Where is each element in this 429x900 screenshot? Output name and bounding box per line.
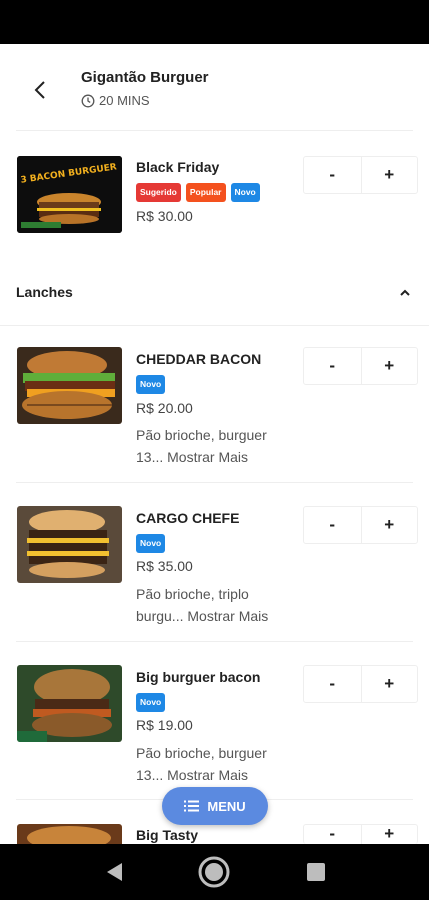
- section-header[interactable]: Lanches: [0, 271, 429, 315]
- decrease-button[interactable]: -: [304, 666, 361, 702]
- clock-icon: [81, 94, 95, 107]
- increase-button[interactable]: +: [360, 507, 418, 543]
- quantity-stepper: - +: [303, 156, 418, 194]
- product-description: Pão brioche, burguer 13... Mostrar Mais: [136, 742, 296, 786]
- description-line: Pão brioche, triplo: [136, 586, 249, 602]
- menu-button-label: MENU: [207, 798, 246, 814]
- description-truncated: 13...: [136, 767, 164, 783]
- product-name: Black Friday: [136, 159, 220, 175]
- product-description: Pão brioche, triplo burgu... Mostrar Mai…: [136, 583, 296, 627]
- show-more-link[interactable]: Mostrar Mais: [167, 449, 248, 465]
- badge-popular: Popular: [185, 183, 226, 202]
- product-name: Big burguer bacon: [136, 669, 261, 685]
- description-line: Pão brioche, burguer: [136, 745, 267, 761]
- delivery-time: 20 MINS: [81, 93, 150, 108]
- store-name: Gigantão Burguer: [81, 69, 209, 86]
- chevron-left-icon: [34, 81, 45, 99]
- badge-group: Novo: [136, 693, 166, 712]
- badge-novo: Novo: [136, 375, 166, 394]
- store-header: Gigantão Burguer 20 MINS: [0, 44, 429, 132]
- increase-button[interactable]: +: [360, 157, 418, 193]
- quantity-stepper: - +: [303, 665, 418, 703]
- description-truncated: 13...: [136, 449, 164, 465]
- badge-novo: Novo: [230, 183, 260, 202]
- badge-novo: Novo: [136, 693, 166, 712]
- badge-group: Novo: [136, 375, 166, 394]
- badge-sugerido: Sugerido: [136, 183, 181, 202]
- product-image: 3 BACON BURGUER: [17, 156, 122, 233]
- divider: [16, 482, 413, 483]
- increase-button[interactable]: +: [360, 825, 418, 844]
- delivery-time-label: 20 MINS: [99, 93, 150, 108]
- back-button[interactable]: [24, 74, 56, 106]
- product-image: [17, 824, 122, 844]
- badge-group: Novo: [136, 534, 166, 553]
- product-name: CARGO CHEFE: [136, 510, 240, 526]
- navigation-bar: [0, 844, 429, 900]
- product-image: [17, 665, 122, 742]
- quantity-stepper: - +: [303, 824, 418, 844]
- show-more-link[interactable]: Mostrar Mais: [187, 608, 268, 624]
- list-icon: [184, 800, 200, 812]
- quantity-stepper: - +: [303, 506, 418, 544]
- description-line: burgu... Mostrar Mais: [136, 605, 296, 627]
- description-line: 13... Mostrar Mais: [136, 446, 296, 468]
- nav-home-icon[interactable]: [198, 856, 230, 888]
- decrease-button[interactable]: -: [304, 507, 361, 543]
- description-line: Pão brioche, burguer: [136, 427, 267, 443]
- show-more-link[interactable]: Mostrar Mais: [167, 767, 248, 783]
- increase-button[interactable]: +: [360, 666, 418, 702]
- decrease-button[interactable]: -: [304, 825, 361, 844]
- increase-button[interactable]: +: [360, 348, 418, 384]
- description-line: 13... Mostrar Mais: [136, 764, 296, 786]
- chevron-up-icon[interactable]: [395, 283, 415, 303]
- product-price: R$ 20.00: [136, 400, 193, 416]
- product-image: [17, 347, 122, 424]
- product-price: R$ 30.00: [136, 208, 193, 224]
- decrease-button[interactable]: -: [304, 157, 361, 193]
- product-name: Big Tasty: [136, 827, 198, 843]
- divider: [16, 130, 413, 131]
- divider: [0, 325, 429, 326]
- quantity-stepper: - +: [303, 347, 418, 385]
- menu-button[interactable]: MENU: [162, 787, 268, 825]
- nav-back-icon[interactable]: [98, 856, 130, 888]
- section-title: Lanches: [16, 284, 73, 300]
- badge-novo: Novo: [136, 534, 166, 553]
- product-image: [17, 506, 122, 583]
- status-bar: [0, 0, 429, 44]
- description-truncated: burgu...: [136, 608, 184, 624]
- badge-group: Sugerido Popular Novo: [136, 183, 260, 202]
- product-name: CHEDDAR BACON: [136, 351, 262, 367]
- product-description: Pão brioche, burguer 13... Mostrar Mais: [136, 424, 296, 468]
- nav-recents-icon[interactable]: [300, 856, 332, 888]
- decrease-button[interactable]: -: [304, 348, 361, 384]
- divider: [16, 641, 413, 642]
- product-price: R$ 35.00: [136, 558, 193, 574]
- product-price: R$ 19.00: [136, 717, 193, 733]
